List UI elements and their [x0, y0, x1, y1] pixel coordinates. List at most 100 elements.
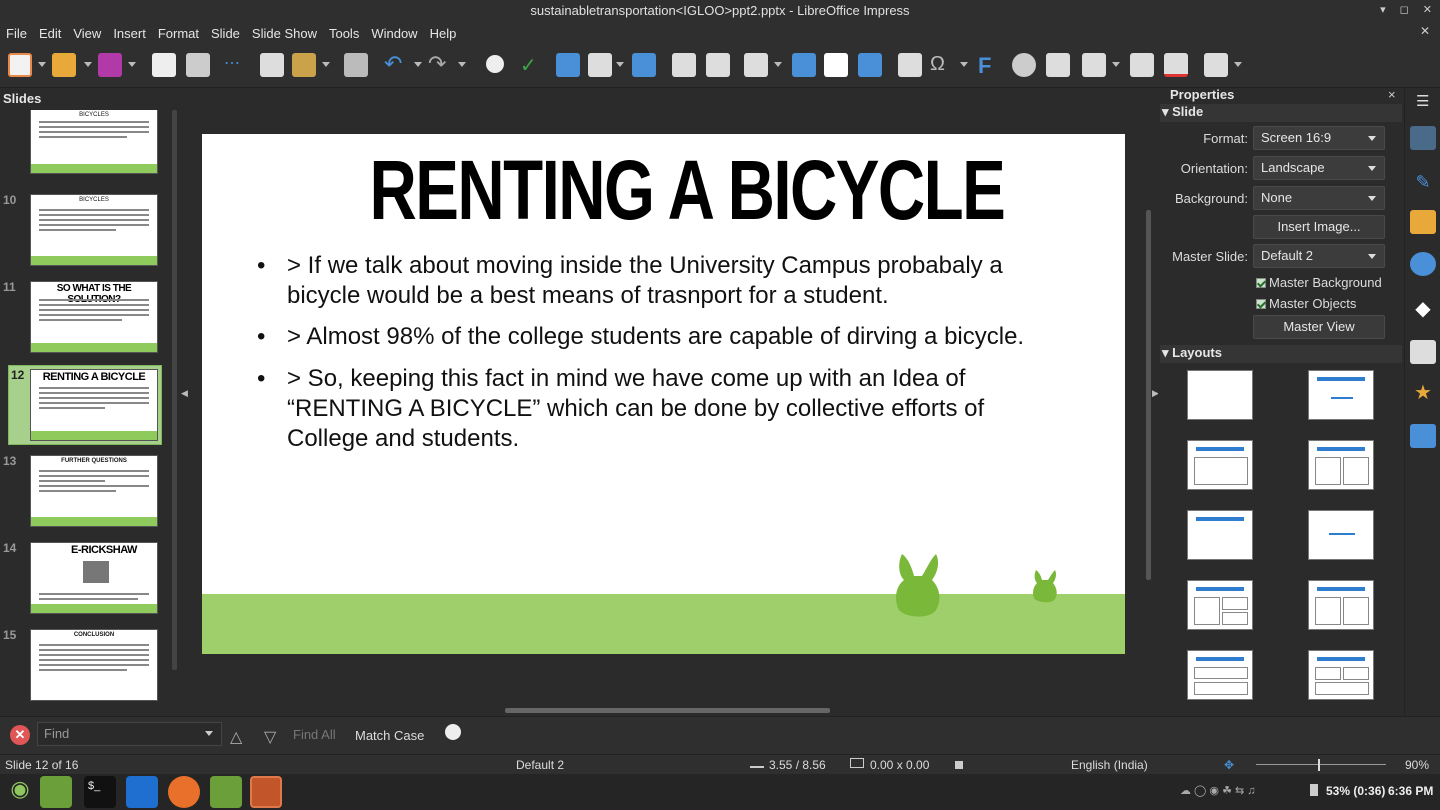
- horizontal-scrollbar[interactable]: [505, 708, 830, 713]
- save-icon[interactable]: [98, 53, 122, 77]
- clock[interactable]: 6:36 PM: [1388, 784, 1433, 798]
- close-document-icon[interactable]: ✕: [1420, 24, 1430, 38]
- fontwork-icon[interactable]: F: [978, 53, 1002, 78]
- menu-edit[interactable]: Edit: [33, 26, 67, 41]
- gallery-icon[interactable]: [1410, 210, 1436, 234]
- mint-menu-icon[interactable]: ◉: [4, 776, 36, 808]
- chevron-down-icon[interactable]: [414, 62, 422, 67]
- format-dropdown[interactable]: Screen 16:9: [1253, 126, 1385, 150]
- master-background-checkbox[interactable]: Master Background: [1256, 275, 1382, 290]
- redo-icon[interactable]: ↷: [428, 53, 452, 77]
- firefox-icon[interactable]: [168, 776, 200, 808]
- match-case-toggle[interactable]: Match Case: [355, 728, 424, 743]
- collapse-left-icon[interactable]: ◀: [181, 388, 188, 408]
- find-all-button[interactable]: Find All: [293, 727, 336, 742]
- chevron-down-icon[interactable]: [960, 62, 968, 67]
- start-first-slide-icon[interactable]: [672, 53, 696, 77]
- slide-section-header[interactable]: ▾ Slide: [1160, 104, 1402, 122]
- special-character-icon[interactable]: Ω: [930, 53, 954, 77]
- layout-title-two-content[interactable]: [1308, 440, 1374, 490]
- menu-window[interactable]: Window: [365, 26, 423, 41]
- layout-title-2-content-over[interactable]: [1308, 650, 1374, 700]
- layout-title-only[interactable]: [1187, 510, 1253, 560]
- slide-thumbnail[interactable]: BICYCLES: [30, 194, 158, 266]
- zoom-level[interactable]: 90%: [1405, 758, 1429, 772]
- draw-functions-icon[interactable]: [1046, 53, 1070, 77]
- close-icon[interactable]: ✕: [1423, 3, 1432, 16]
- language-status[interactable]: English (India): [1071, 758, 1148, 772]
- minimize-icon[interactable]: ▾: [1380, 3, 1386, 16]
- folder-icon[interactable]: [210, 776, 242, 808]
- layout-blank[interactable]: [1187, 370, 1253, 420]
- find-replace-icon[interactable]: [486, 55, 504, 73]
- layout-title-content-2-content[interactable]: [1308, 580, 1374, 630]
- undo-icon[interactable]: ↶: [384, 53, 408, 77]
- export-pdf-icon[interactable]: [152, 53, 176, 77]
- impress-icon[interactable]: [250, 776, 282, 808]
- insert-text-box-icon[interactable]: [898, 53, 922, 77]
- background-dropdown[interactable]: None: [1253, 186, 1385, 210]
- layout-title-content[interactable]: [1187, 440, 1253, 490]
- navigator-icon[interactable]: [1410, 252, 1436, 276]
- chevron-down-icon[interactable]: [458, 62, 466, 67]
- new-slide-icon[interactable]: [1082, 53, 1106, 77]
- menu-slide[interactable]: Slide: [205, 26, 246, 41]
- slide-thumbnail[interactable]: CONCLUSION: [30, 629, 158, 701]
- spelling-icon[interactable]: ⋯: [224, 53, 248, 77]
- print-icon[interactable]: [186, 53, 210, 77]
- slides-scrollbar[interactable]: [172, 110, 177, 670]
- slide-thumbnail-current[interactable]: RENTING A BICYCLE: [30, 369, 158, 441]
- display-views-icon[interactable]: [588, 53, 612, 77]
- check-spelling-icon[interactable]: ✓: [520, 53, 544, 77]
- master-slide-dropdown[interactable]: Default 2: [1253, 244, 1385, 268]
- zoom-slider[interactable]: [1256, 764, 1386, 765]
- layout-centered-text[interactable]: [1308, 510, 1374, 560]
- master-objects-checkbox[interactable]: Master Objects: [1256, 296, 1356, 311]
- chevron-down-icon[interactable]: [84, 62, 92, 67]
- hyperlink-icon[interactable]: [1012, 53, 1036, 77]
- find-next-icon[interactable]: ▽: [264, 727, 276, 747]
- chevron-down-icon[interactable]: [774, 62, 782, 67]
- find-input[interactable]: Find: [37, 722, 222, 746]
- menu-file[interactable]: File: [0, 26, 33, 41]
- duplicate-slide-icon[interactable]: [1130, 53, 1154, 77]
- display-grid-icon[interactable]: [556, 53, 580, 77]
- chevron-down-icon[interactable]: [322, 62, 330, 67]
- menu-slide-show[interactable]: Slide Show: [246, 26, 323, 41]
- chevron-down-icon[interactable]: [1112, 62, 1120, 67]
- vertical-scrollbar[interactable]: [1146, 210, 1151, 580]
- shapes-icon[interactable]: ◆: [1410, 296, 1436, 320]
- master-slide-status[interactable]: Default 2: [516, 758, 564, 772]
- insert-image-icon[interactable]: [792, 53, 816, 77]
- close-find-icon[interactable]: ✕: [10, 725, 30, 745]
- open-folder-icon[interactable]: [52, 53, 76, 77]
- close-icon[interactable]: ×: [1388, 87, 1396, 102]
- menu-tools[interactable]: Tools: [323, 26, 365, 41]
- fit-slide-icon[interactable]: ✥: [1224, 758, 1234, 772]
- animation-icon[interactable]: ★: [1410, 380, 1436, 404]
- tray-icons[interactable]: ☁ ◯ ◉ ☘ ⇆ ♫: [1180, 784, 1300, 798]
- menu-view[interactable]: View: [67, 26, 107, 41]
- orientation-dropdown[interactable]: Landscape: [1253, 156, 1385, 180]
- layouts-section-header[interactable]: ▾ Layouts: [1160, 345, 1402, 363]
- files-icon[interactable]: [40, 776, 72, 808]
- start-current-slide-icon[interactable]: [706, 53, 730, 77]
- menu-help[interactable]: Help: [424, 26, 463, 41]
- slide-layout-icon[interactable]: [1204, 53, 1228, 77]
- chevron-down-icon[interactable]: [1234, 62, 1242, 67]
- delete-slide-icon[interactable]: [1164, 53, 1188, 77]
- layout-title-slide[interactable]: [1308, 370, 1374, 420]
- find-replace-icon[interactable]: [445, 724, 461, 740]
- layout-title-2-content-content[interactable]: [1187, 580, 1253, 630]
- brush-icon[interactable]: ✎: [1410, 172, 1436, 196]
- chevron-down-icon[interactable]: [128, 62, 136, 67]
- copy-icon[interactable]: [260, 53, 284, 77]
- layout-title-content-over-content[interactable]: [1187, 650, 1253, 700]
- find-previous-icon[interactable]: △: [230, 727, 242, 747]
- maximize-icon[interactable]: ◻: [1400, 3, 1409, 16]
- master-slides-icon[interactable]: [1410, 340, 1436, 364]
- master-view-button[interactable]: Master View: [1253, 315, 1385, 339]
- battery-status[interactable]: 53% (0:36): [1326, 784, 1385, 798]
- slide-thumbnail[interactable]: E-RICKSHAW: [30, 542, 158, 614]
- insert-media-icon[interactable]: [824, 53, 848, 77]
